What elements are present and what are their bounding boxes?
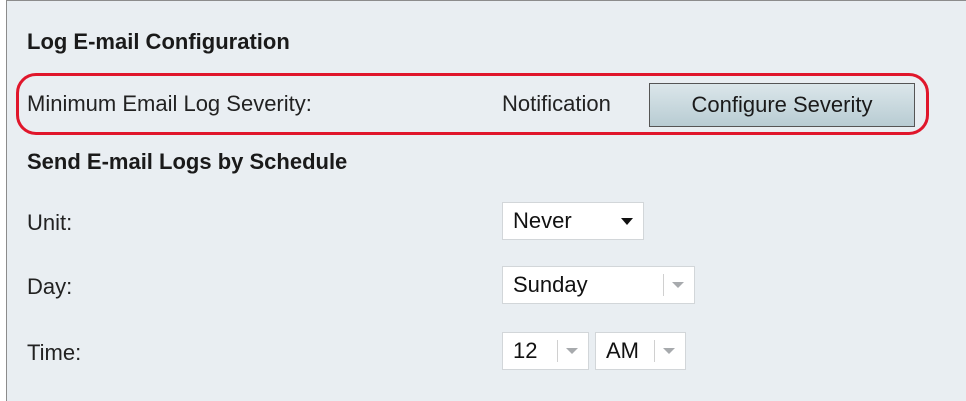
severity-label: Minimum Email Log Severity: <box>27 91 312 116</box>
unit-select[interactable]: Never <box>502 202 644 240</box>
divider <box>663 274 664 296</box>
section-title-log-email: Log E-mail Configuration <box>27 29 290 54</box>
hour-select-value: 12 <box>513 338 538 363</box>
log-email-panel: Log E-mail Configuration Minimum Email L… <box>6 0 966 401</box>
severity-value: Notification <box>502 91 611 116</box>
section-title-schedule: Send E-mail Logs by Schedule <box>27 149 348 174</box>
day-label: Day: <box>27 274 73 299</box>
unit-select-value: Never <box>513 208 572 233</box>
divider <box>654 340 655 362</box>
divider <box>557 340 558 362</box>
chevron-down-icon <box>566 348 578 354</box>
ampm-select[interactable]: AM <box>595 332 686 370</box>
unit-label: Unit: <box>27 210 73 235</box>
time-label: Time: <box>27 340 82 365</box>
day-select[interactable]: Sunday <box>502 266 695 304</box>
day-select-value: Sunday <box>513 272 588 297</box>
chevron-down-icon <box>672 282 684 288</box>
chevron-down-icon <box>663 348 675 354</box>
configure-severity-button[interactable]: Configure Severity <box>649 83 915 127</box>
hour-select[interactable]: 12 <box>502 332 589 370</box>
chevron-down-icon <box>621 217 633 225</box>
ampm-select-value: AM <box>606 338 639 363</box>
